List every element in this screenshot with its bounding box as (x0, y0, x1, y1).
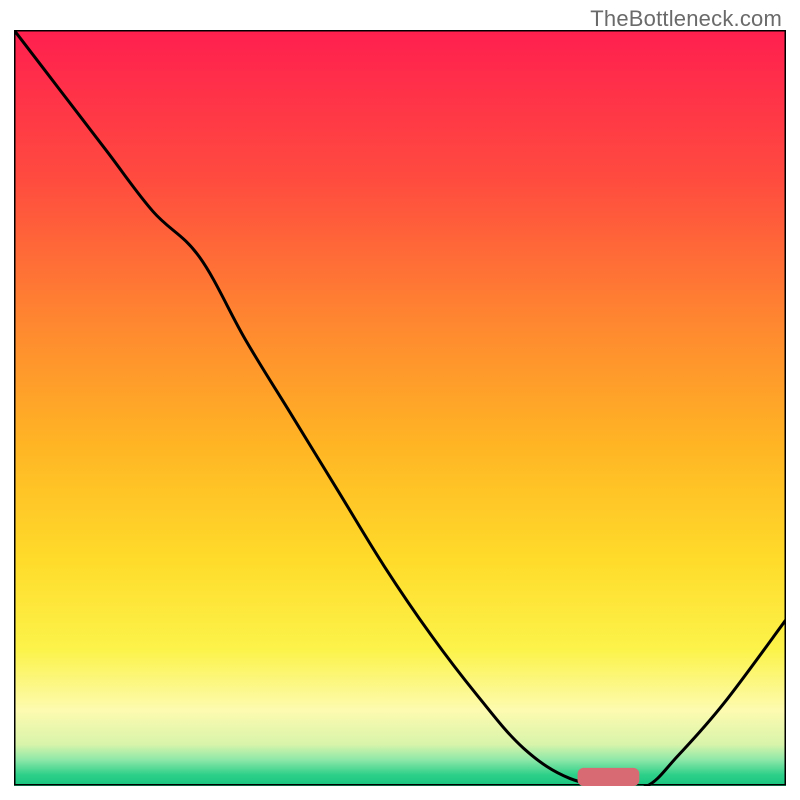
watermark-text: TheBottleneck.com (590, 6, 782, 32)
background-gradient (14, 30, 786, 786)
chart-svg (14, 30, 786, 786)
bottleneck-chart (14, 30, 786, 786)
optimum-marker (578, 768, 640, 786)
